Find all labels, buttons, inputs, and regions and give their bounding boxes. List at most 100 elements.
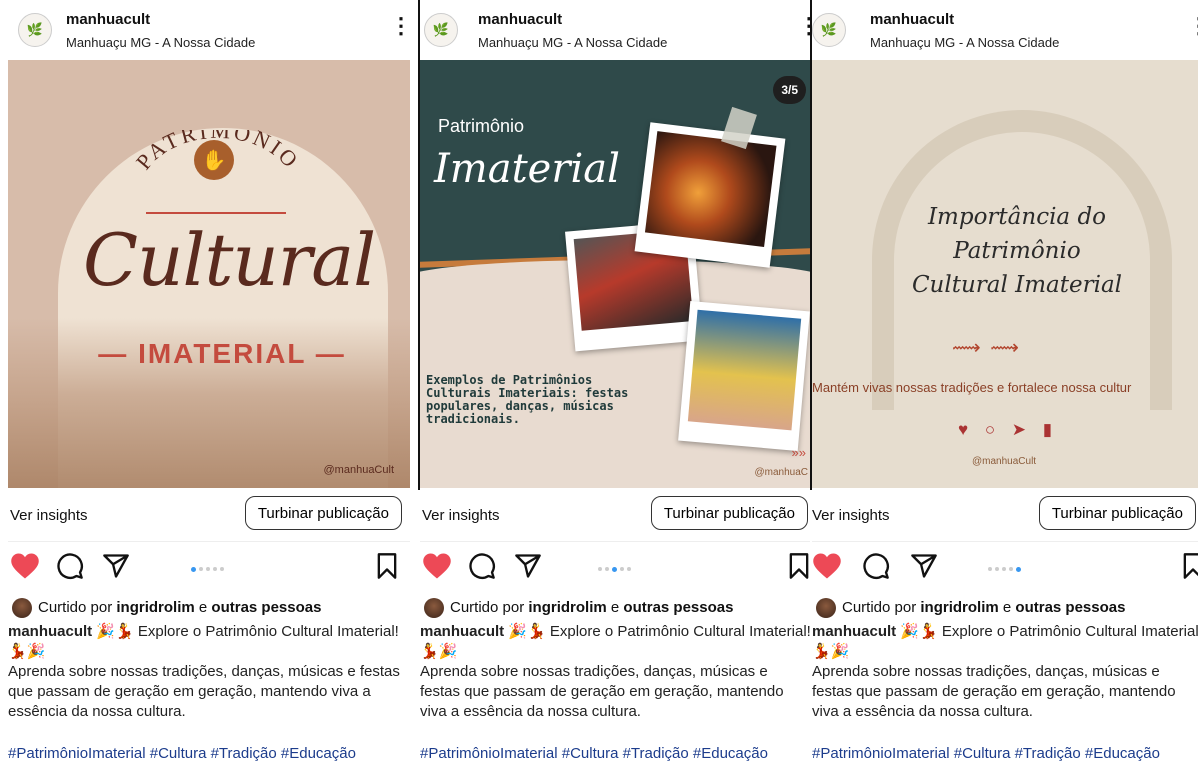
post-header: 🌿 manhuacult Manhuaçu MG - A Nossa Cidad… (8, 0, 410, 60)
title-cultural: Cultural (83, 218, 376, 302)
carousel-dot (1009, 567, 1013, 571)
image-handle: @manhuaCult (323, 464, 394, 476)
photo-festival (634, 122, 786, 268)
liker-avatar[interactable] (816, 598, 836, 618)
send-icon[interactable] (102, 552, 130, 580)
post-image[interactable]: 3/5 Patrimônio Imaterial Exemplos de Pat… (420, 60, 810, 488)
liker-avatar[interactable] (12, 598, 32, 618)
title-imaterial: — IMATERIAL — (98, 338, 346, 369)
caption: manhuacult 🎉💃 Explore o Patrimônio Cultu… (812, 623, 1198, 720)
image-title-top: Patrimônio (438, 116, 525, 136)
others-link[interactable]: outras pessoas (1015, 599, 1125, 616)
avatar[interactable]: 🌿 (812, 13, 846, 47)
hands-icon: ✋ (194, 140, 234, 180)
likes-text: Curtido por ingridrolim e outras pessoas (842, 599, 1126, 616)
hashtags[interactable]: #PatrimônioImaterial #Cultura #Tradição … (8, 745, 410, 762)
carousel-dot (605, 567, 609, 571)
image-tagline: Mantém vivas nossas tradições e fortalec… (812, 380, 1132, 395)
username[interactable]: manhuacult (66, 11, 150, 28)
post-header: 🌿 manhuacult Manhuaçu MG - A Nossa Cidad… (420, 0, 810, 60)
caption: manhuacult 🎉💃 Explore o Patrimônio Cultu… (420, 623, 810, 720)
liker-username[interactable]: ingridrolim (920, 599, 998, 616)
view-insights-link[interactable]: Ver insights (422, 507, 500, 524)
insights-row: Ver insights Turbinar publicação (420, 490, 810, 540)
liker-avatar[interactable] (424, 598, 444, 618)
caption-body: Aprenda sobre nossas tradições, danças, … (420, 663, 784, 720)
carousel-dot (220, 567, 224, 571)
avatar[interactable]: 🌿 (424, 13, 458, 47)
carousel-dot (627, 567, 631, 571)
carousel-dot (620, 567, 624, 571)
boost-post-button[interactable]: Turbinar publicação (650, 496, 808, 530)
liker-username[interactable]: ingridrolim (116, 599, 194, 616)
image-title-main: Imaterial (434, 146, 620, 192)
post-header: 🌿 manhuacult Manhuaçu MG - A Nossa Cidad… (812, 0, 1198, 60)
carousel-counter: 3/5 (773, 76, 806, 104)
post-card-1: 🌿 manhuacult Manhuaçu MG - A Nossa Cidad… (8, 0, 410, 769)
carousel-dot (191, 566, 196, 572)
caption-username[interactable]: manhuacult (8, 623, 92, 640)
boost-post-button[interactable]: Turbinar publicação (1038, 496, 1196, 530)
carousel-indicator (598, 566, 631, 572)
view-insights-link[interactable]: Ver insights (10, 507, 88, 524)
hashtags[interactable]: #PatrimônioImaterial #Cultura #Tradição … (420, 745, 810, 762)
comment-icon[interactable] (862, 552, 890, 580)
view-insights-link[interactable]: Ver insights (812, 507, 890, 524)
comment-icon[interactable] (468, 552, 496, 580)
username[interactable]: manhuacult (870, 11, 954, 28)
hashtags[interactable]: #PatrimônioImaterial #Cultura #Tradição … (812, 745, 1198, 762)
location[interactable]: Manhuaçu MG - A Nossa Cidade (478, 35, 667, 50)
carousel-dot (199, 567, 203, 571)
flourish-ornament: ⟿ ⟿ (952, 337, 1021, 359)
caption-body: Aprenda sobre nossas tradições, danças, … (8, 663, 400, 720)
more-vertical-icon[interactable]: ⋮ (798, 15, 810, 37)
action-bar (812, 548, 1198, 592)
image-handle: @manhuaC (754, 467, 808, 478)
more-vertical-icon[interactable]: ⋮ (1188, 15, 1198, 37)
carousel-indicator (191, 566, 224, 572)
boost-post-button[interactable]: Turbinar publicação (244, 496, 402, 530)
carousel-dot (206, 567, 210, 571)
post-image[interactable]: Importância do Patrimônio Cultural Imate… (812, 60, 1198, 488)
carousel-dot (995, 567, 999, 571)
post-card-3: 🌿 manhuacult Manhuaçu MG - A Nossa Cidad… (812, 0, 1198, 769)
avatar[interactable]: 🌿 (18, 13, 52, 47)
send-icon[interactable] (514, 552, 542, 580)
more-vertical-icon[interactable]: ⋮ (390, 15, 410, 37)
likes-row: Curtido por ingridrolim e outras pessoas (420, 598, 810, 620)
carousel-dot (598, 567, 602, 571)
caption-username[interactable]: manhuacult (812, 623, 896, 640)
heart-icon[interactable] (422, 552, 452, 580)
carousel-dot (1002, 567, 1006, 571)
carousel-dot (1016, 566, 1021, 572)
others-link[interactable]: outras pessoas (623, 599, 733, 616)
photo-musician (678, 301, 810, 451)
next-arrows: »» (791, 445, 806, 460)
location[interactable]: Manhuaçu MG - A Nossa Cidade (870, 35, 1059, 50)
bookmark-icon[interactable] (1182, 552, 1198, 580)
username[interactable]: manhuacult (478, 11, 562, 28)
post-image[interactable]: PATRIMÔNIO ✋ Cultural — IMATERIAL — @man… (8, 60, 410, 488)
likes-row: Curtido por ingridrolim e outras pessoas (812, 598, 1198, 620)
carousel-dot (612, 566, 617, 572)
bookmark-icon[interactable] (788, 552, 810, 580)
action-bar (8, 548, 410, 592)
likes-text: Curtido por ingridrolim e outras pessoas (38, 599, 322, 616)
liker-username[interactable]: ingridrolim (528, 599, 606, 616)
likes-row: Curtido por ingridrolim e outras pessoas (8, 598, 410, 620)
post-card-2: 🌿 manhuacult Manhuaçu MG - A Nossa Cidad… (420, 0, 810, 769)
heart-icon[interactable] (812, 552, 842, 580)
divider (8, 541, 410, 542)
image-body-text: Exemplos de Patrimônios Culturais Imater… (426, 373, 629, 426)
carousel-dot (988, 567, 992, 571)
bookmark-icon[interactable] (376, 552, 398, 580)
caption-username[interactable]: manhuacult (420, 623, 504, 640)
image-handle: @manhuaCult (972, 456, 1037, 467)
comment-icon[interactable] (56, 552, 84, 580)
heart-icon[interactable] (10, 552, 40, 580)
send-icon[interactable] (910, 552, 938, 580)
title-divider (146, 212, 286, 214)
location[interactable]: Manhuaçu MG - A Nossa Cidade (66, 35, 255, 50)
action-bar (420, 548, 810, 592)
others-link[interactable]: outras pessoas (211, 599, 321, 616)
